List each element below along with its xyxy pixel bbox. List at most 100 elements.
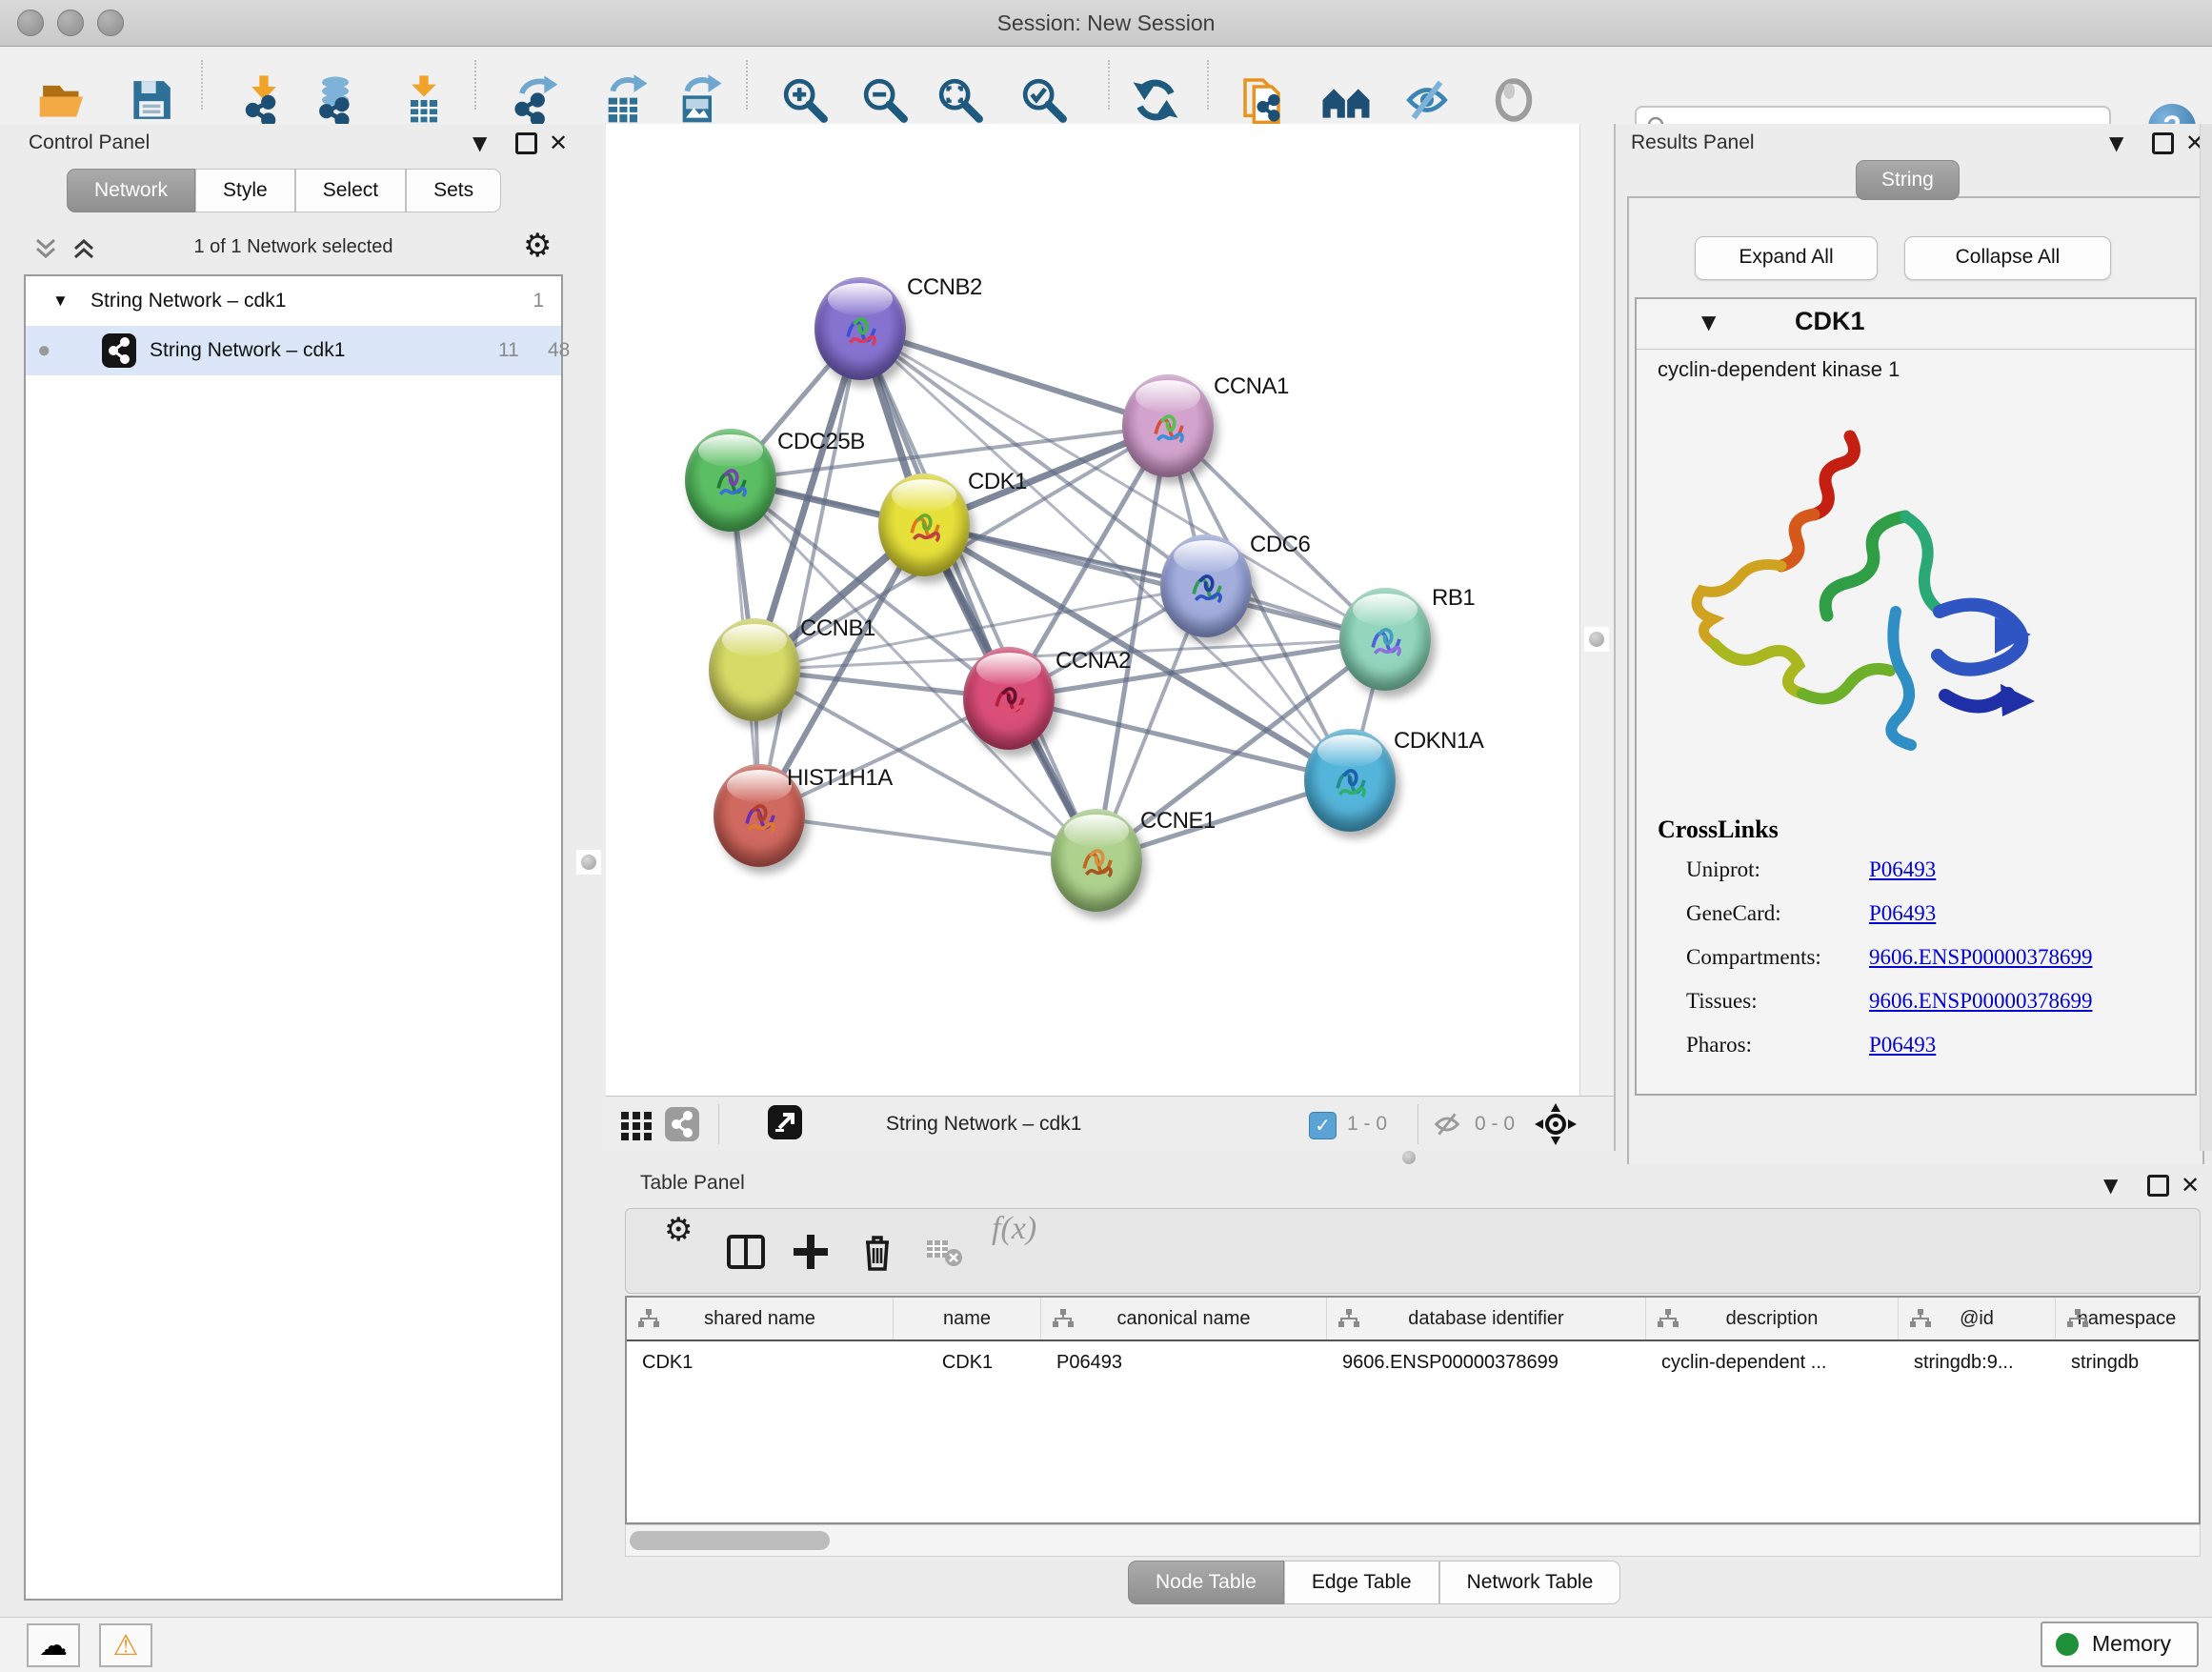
left-splitter-handle[interactable] xyxy=(576,850,601,875)
tab-sets[interactable]: Sets xyxy=(406,169,501,212)
float-panel-icon[interactable] xyxy=(2147,1175,2169,1197)
memory-button[interactable]: Memory xyxy=(2041,1622,2199,1667)
gear-icon[interactable]: ⚙ xyxy=(523,227,552,265)
float-panel-icon[interactable] xyxy=(515,132,537,154)
network-node-ccna2[interactable] xyxy=(963,647,1055,750)
network-node-cdc25b[interactable] xyxy=(685,429,776,532)
first-neighbors-button[interactable] xyxy=(1319,73,1373,127)
network-node-ccna1[interactable] xyxy=(1122,374,1214,477)
network-selection-status: 1 of 1 Network selected xyxy=(24,236,563,258)
export-image-button[interactable] xyxy=(672,73,725,127)
tab-network[interactable]: Network xyxy=(67,169,195,212)
delete-column-icon[interactable] xyxy=(856,1231,898,1273)
open-in-new-window-icon[interactable] xyxy=(768,1105,802,1139)
scrollbar-thumb[interactable] xyxy=(630,1531,830,1550)
crosslink-link[interactable]: P06493 xyxy=(1869,1033,1936,1058)
network-share-icon[interactable] xyxy=(665,1107,699,1141)
zoom-fit-button[interactable] xyxy=(934,73,987,127)
network-collection-row[interactable]: ▼ String Network – cdk1 1 xyxy=(26,276,561,326)
network-canvas[interactable]: CCNB2CCNA1CDC25BCDK1CDC6RB1CCNB1CCNA2CDK… xyxy=(606,124,1579,1096)
close-panel-icon[interactable]: ✕ xyxy=(2181,1172,2200,1199)
selected-checkbox-icon[interactable]: ✓ xyxy=(1309,1112,1337,1139)
panel-menu-icon[interactable]: ▼ xyxy=(2103,1174,2118,1197)
column-header-shared-name[interactable]: shared name xyxy=(627,1298,894,1340)
column-header-name[interactable]: name xyxy=(894,1298,1041,1340)
zoom-selected-button[interactable] xyxy=(1017,73,1071,127)
table-cell[interactable]: stringdb xyxy=(2056,1341,2199,1383)
horizontal-splitter-handle[interactable] xyxy=(1402,1151,1416,1164)
panel-menu-icon[interactable]: ▼ xyxy=(2109,131,2123,154)
tab-edge-table[interactable]: Edge Table xyxy=(1284,1561,1439,1604)
import-network-from-database-button[interactable] xyxy=(309,73,362,127)
right-splitter[interactable] xyxy=(1579,124,1617,1096)
tab-string[interactable]: String xyxy=(1856,160,1960,200)
column-header-database-identifier[interactable]: database identifier xyxy=(1327,1298,1646,1340)
column-header-canonical-name[interactable]: canonical name xyxy=(1041,1298,1327,1340)
show-all-button[interactable] xyxy=(1487,73,1540,127)
column-header-namespace[interactable]: namespace xyxy=(2056,1298,2199,1340)
export-table-button[interactable] xyxy=(597,73,651,127)
hidden-eye-icon[interactable] xyxy=(1431,1110,1463,1138)
collapse-section-icon[interactable]: ▼ xyxy=(1701,311,1716,333)
selected-count: 1 - 0 xyxy=(1347,1097,1387,1152)
zoom-in-button[interactable] xyxy=(778,73,832,127)
hide-selected-button[interactable] xyxy=(1400,73,1454,127)
table-row[interactable]: CDK1CDK1P064939606.ENSP00000378699cyclin… xyxy=(627,1341,2199,1383)
network-edge[interactable] xyxy=(924,525,1385,639)
table-cell[interactable]: CDK1 xyxy=(894,1341,1041,1383)
network-edge[interactable] xyxy=(860,329,1168,426)
network-node-ccne1[interactable] xyxy=(1051,809,1142,912)
right-splitter-handle[interactable] xyxy=(1584,627,1609,652)
import-table-from-file-button[interactable] xyxy=(397,73,451,127)
gene-section-header[interactable]: ▼ CDK1 xyxy=(1637,299,2195,349)
close-panel-icon[interactable]: ✕ xyxy=(549,130,568,156)
panel-menu-icon[interactable]: ▼ xyxy=(473,131,487,154)
table-cell[interactable]: P06493 xyxy=(1041,1341,1327,1383)
table-cell[interactable]: cyclin-dependent ... xyxy=(1646,1341,1899,1383)
crosslink-link[interactable]: 9606.ENSP00000378699 xyxy=(1869,989,2093,1014)
column-header-description[interactable]: description xyxy=(1646,1298,1899,1340)
export-network-button[interactable] xyxy=(509,73,562,127)
float-panel-icon[interactable] xyxy=(2152,132,2174,154)
network-row[interactable]: ● String Network – cdk1 11 48 xyxy=(26,326,561,375)
table-horizontal-scrollbar[interactable] xyxy=(625,1524,2201,1557)
new-network-from-selection-button[interactable] xyxy=(1238,73,1292,127)
open-session-button[interactable] xyxy=(35,73,89,127)
import-network-from-file-button[interactable] xyxy=(237,73,291,127)
table-settings-gear-icon[interactable]: ⚙ xyxy=(664,1211,693,1249)
fit-content-crosshair-icon[interactable] xyxy=(1535,1103,1577,1145)
table-cell[interactable]: CDK1 xyxy=(627,1341,894,1383)
tab-select[interactable]: Select xyxy=(295,169,406,212)
column-header--id[interactable]: @id xyxy=(1899,1298,2056,1340)
tab-style[interactable]: Style xyxy=(195,169,295,212)
save-session-button[interactable] xyxy=(125,73,178,127)
table-cell[interactable]: stringdb:9... xyxy=(1899,1341,2056,1383)
show-columns-icon[interactable] xyxy=(725,1231,767,1273)
network-node-cdk1[interactable] xyxy=(878,473,970,576)
crosslink-link[interactable]: 9606.ENSP00000378699 xyxy=(1869,945,2093,970)
tab-node-table[interactable]: Node Table xyxy=(1128,1561,1284,1604)
collapse-all-button[interactable]: Collapse All xyxy=(1904,236,2111,280)
warnings-button[interactable]: ⚠ xyxy=(99,1623,152,1667)
expand-all-button[interactable]: Expand All xyxy=(1695,236,1878,280)
zoom-out-button[interactable] xyxy=(858,73,912,127)
birdseye-grid-icon[interactable] xyxy=(619,1108,654,1142)
add-column-icon[interactable] xyxy=(790,1231,832,1273)
network-node-cdkn1a[interactable] xyxy=(1304,729,1396,832)
refresh-button[interactable] xyxy=(1129,73,1182,127)
results-scrollbar[interactable] xyxy=(2200,124,2212,1151)
table-cell[interactable]: 9606.ENSP00000378699 xyxy=(1327,1341,1646,1383)
cloud-status-button[interactable]: ☁ xyxy=(27,1623,80,1667)
collapse-row-icon[interactable]: ▼ xyxy=(52,276,69,326)
network-node-rb1[interactable] xyxy=(1339,588,1431,691)
network-node-ccnb2[interactable] xyxy=(814,277,906,380)
network-edge[interactable] xyxy=(860,329,1096,860)
network-node-cdc6[interactable] xyxy=(1160,534,1252,637)
network-edge[interactable] xyxy=(759,816,1096,860)
function-builder-icon[interactable]: f(x) xyxy=(992,1211,1036,1247)
delete-table-icon[interactable] xyxy=(923,1231,965,1273)
network-node-ccnb1[interactable] xyxy=(709,618,800,721)
crosslink-link[interactable]: P06493 xyxy=(1869,857,1936,882)
tab-network-table[interactable]: Network Table xyxy=(1439,1561,1621,1604)
crosslink-link[interactable]: P06493 xyxy=(1869,901,1936,926)
